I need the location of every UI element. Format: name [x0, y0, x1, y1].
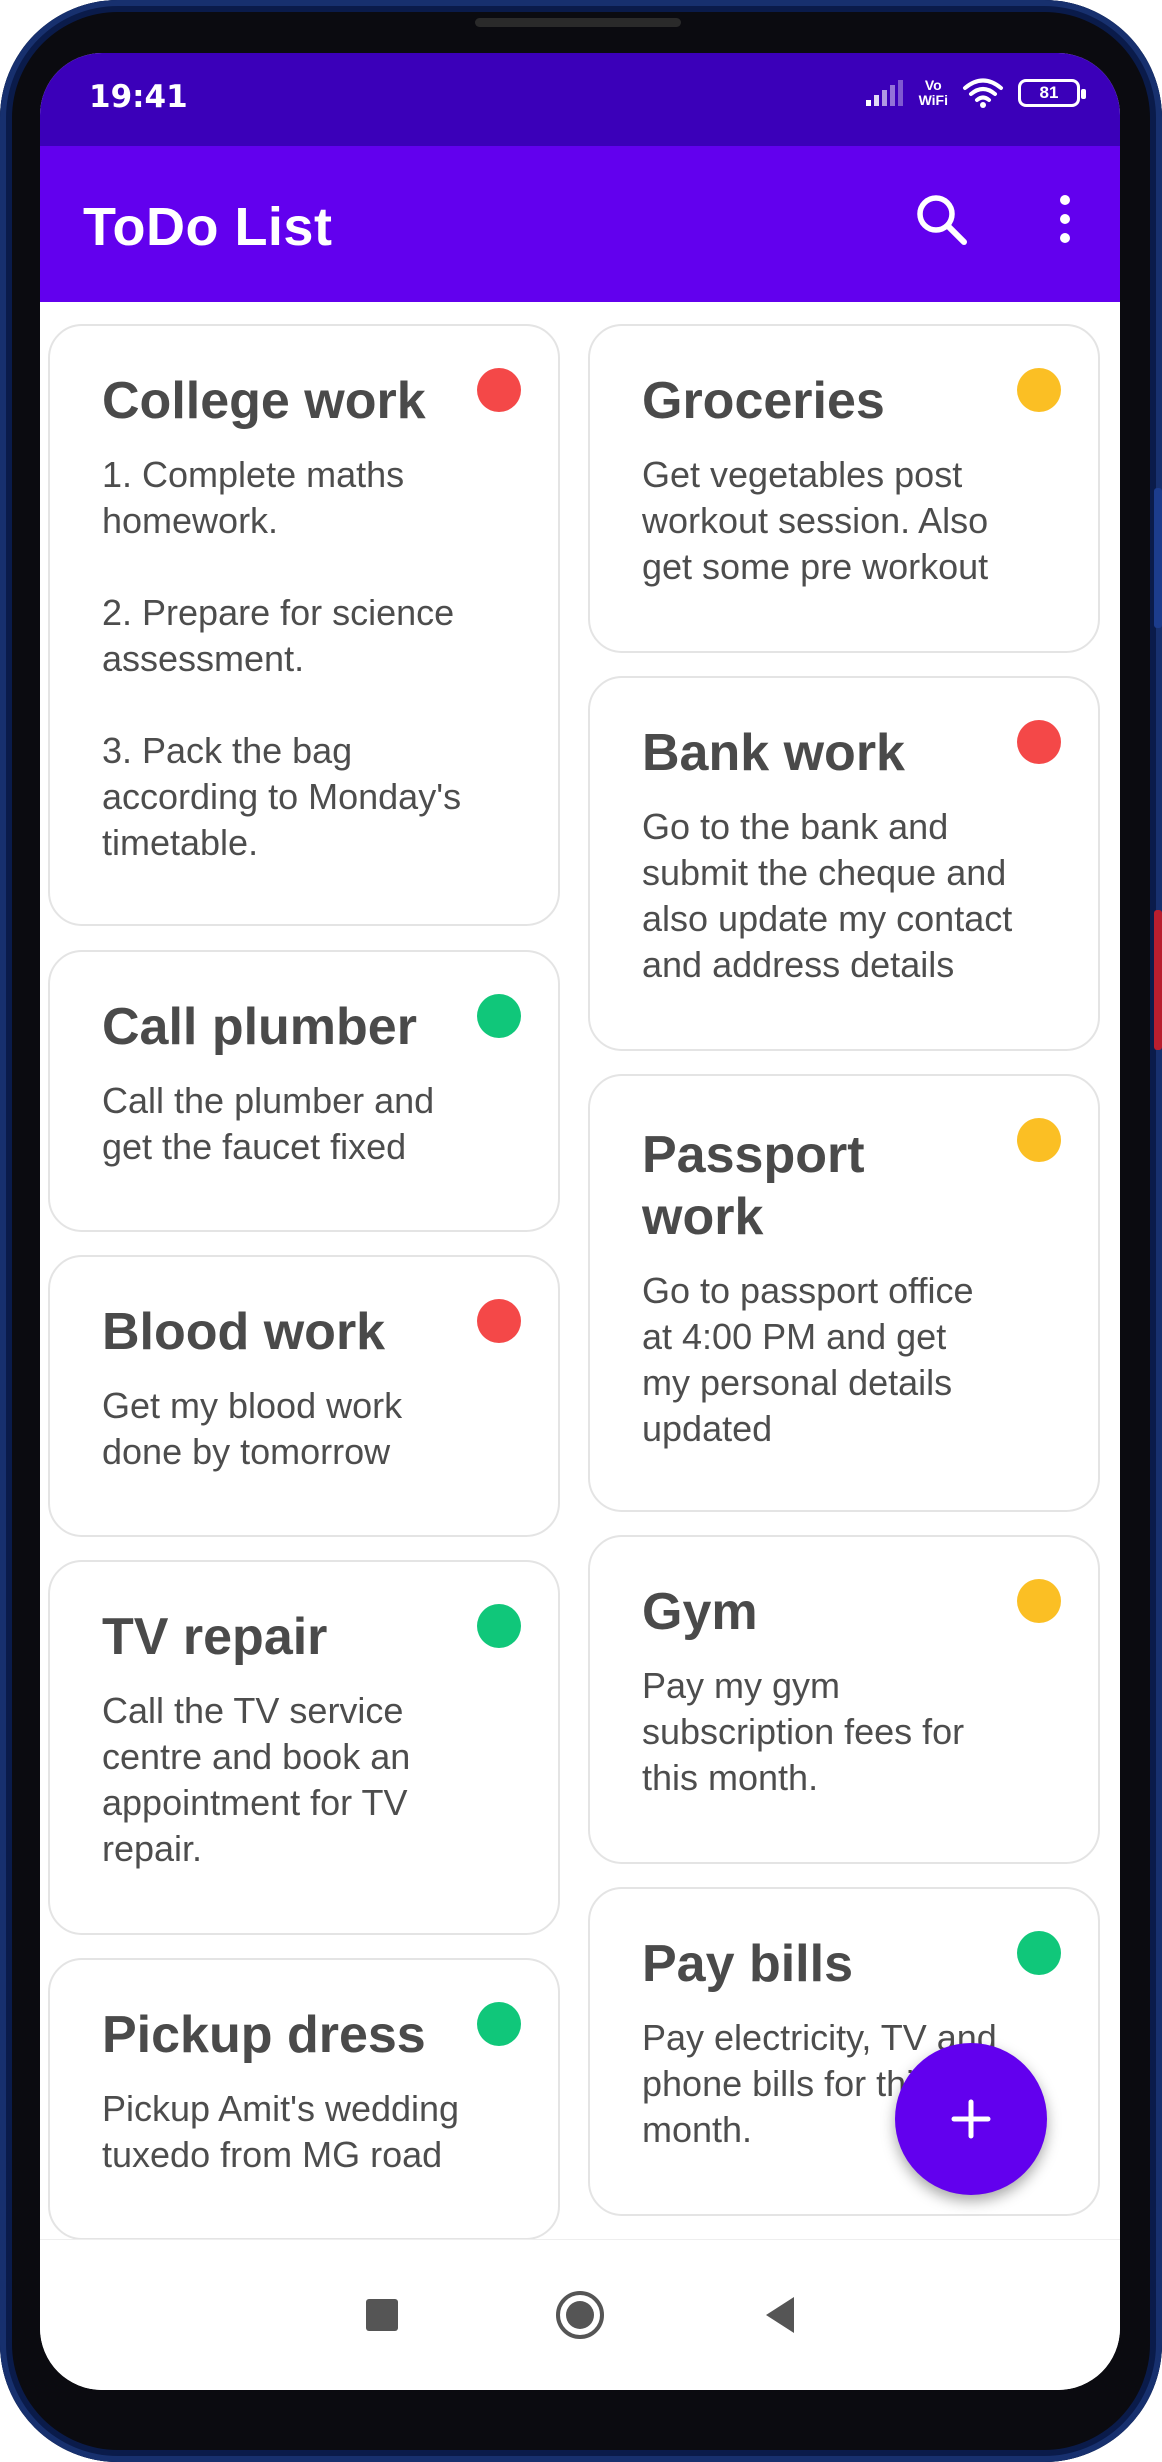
status-icons: Vo WiFi 81	[865, 77, 1086, 109]
note-card[interactable]: TV repair Call the TV service centre and…	[48, 1560, 560, 1935]
recents-button[interactable]	[352, 2285, 412, 2345]
home-circle-icon	[556, 2291, 604, 2339]
note-body: Get my blood work done by tomorrow	[102, 1385, 403, 1472]
note-card[interactable]: Bank work Go to the bank and submit the …	[588, 676, 1100, 1051]
note-card[interactable]: Groceries Get vegetables post workout se…	[588, 324, 1100, 653]
add-note-button[interactable]	[895, 2043, 1047, 2195]
status-time: 19:41	[89, 79, 188, 115]
note-body: 1. Complete maths homework. 2. Prepare f…	[102, 454, 462, 863]
app-bar: ToDo List	[40, 146, 1120, 302]
note-body: Pay my gym subscription fees for this mo…	[642, 1665, 965, 1798]
priority-indicator	[1017, 1579, 1061, 1623]
note-body: Go to passport office at 4:00 PM and get…	[642, 1270, 974, 1449]
priority-indicator	[477, 1604, 521, 1648]
app-title: ToDo List	[83, 197, 333, 257]
back-button[interactable]	[750, 2285, 810, 2345]
priority-indicator	[1017, 1118, 1061, 1162]
phone-frame: 19:41 Vo WiFi 81 ToDo List College work …	[0, 0, 1162, 2462]
battery-icon: 81	[1018, 79, 1086, 107]
priority-indicator	[477, 1299, 521, 1343]
vowifi-top: Vo	[924, 77, 942, 93]
priority-indicator	[1017, 368, 1061, 412]
back-triangle-icon	[766, 2297, 794, 2333]
note-title: Bank work	[642, 724, 905, 782]
recents-square-icon	[366, 2299, 398, 2331]
note-card[interactable]: Call plumber Call the plumber and get th…	[48, 950, 560, 1232]
volume-button	[1154, 488, 1162, 628]
note-title: Groceries	[642, 372, 885, 430]
note-title: Call plumber	[102, 998, 417, 1056]
search-icon	[917, 195, 967, 245]
note-card[interactable]: College work 1. Complete maths homework.…	[48, 324, 560, 926]
wifi-icon	[963, 78, 1003, 108]
notes-grid: College work 1. Complete maths homework.…	[40, 302, 1120, 2239]
priority-indicator	[477, 994, 521, 1038]
note-title: Gym	[642, 1583, 758, 1641]
note-body: Call the plumber and get the faucet fixe…	[102, 1080, 435, 1167]
vowifi-icon: Vo WiFi	[919, 78, 948, 108]
note-card[interactable]: Passport work Go to passport office at 4…	[588, 1074, 1100, 1512]
earpiece-speaker	[475, 18, 681, 27]
priority-indicator	[1017, 1931, 1061, 1975]
plus-icon	[951, 2099, 991, 2139]
note-body: Go to the bank and submit the cheque and…	[642, 806, 1013, 985]
more-options-button[interactable]	[1040, 186, 1090, 256]
note-title: Blood work	[102, 1303, 386, 1361]
note-body: Pickup Amit's wedding tuxedo from MG roa…	[102, 2088, 460, 2175]
priority-indicator	[477, 2002, 521, 2046]
status-bar: 19:41 Vo WiFi 81	[40, 53, 1120, 146]
note-title: College work	[102, 372, 426, 430]
note-body: Call the TV service centre and book an a…	[102, 1690, 411, 1869]
navigation-bar	[40, 2239, 1120, 2390]
note-title: Pay bills	[642, 1935, 853, 1993]
power-button	[1154, 910, 1162, 1050]
note-title: Passport work	[642, 1126, 865, 1246]
note-card[interactable]: Blood work Get my blood work done by tom…	[48, 1255, 560, 1537]
home-button[interactable]	[550, 2285, 610, 2345]
vowifi-bottom: WiFi	[918, 92, 948, 108]
note-card[interactable]: Pickup dress Pickup Amit's wedding tuxed…	[48, 1958, 560, 2239]
battery-level: 81	[1039, 83, 1059, 102]
note-title: Pickup dress	[102, 2006, 426, 2064]
note-card[interactable]: Gym Pay my gym subscription fees for thi…	[588, 1535, 1100, 1864]
signal-icon	[865, 80, 903, 106]
priority-indicator	[477, 368, 521, 412]
note-body: Get vegetables post workout session. Als…	[642, 454, 989, 587]
note-title: TV repair	[102, 1608, 328, 1666]
search-button[interactable]	[908, 186, 978, 256]
priority-indicator	[1017, 720, 1061, 764]
screen: 19:41 Vo WiFi 81 ToDo List College work …	[40, 53, 1120, 2390]
more-vert-icon	[1060, 195, 1070, 243]
